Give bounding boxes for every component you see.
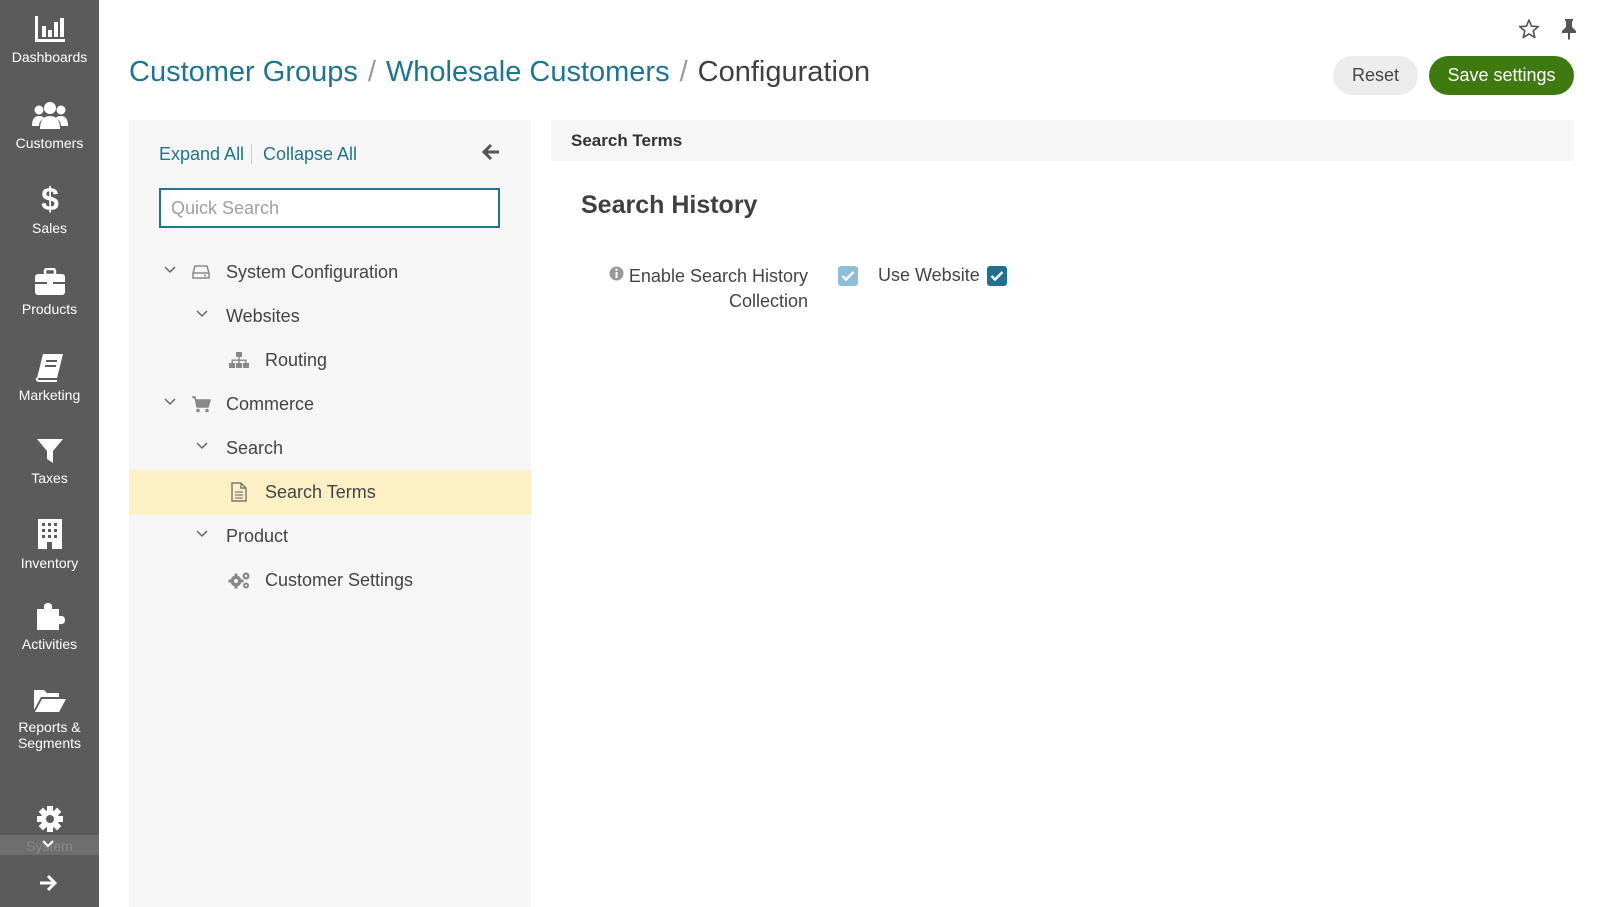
- nav-item-marketing[interactable]: Marketing: [0, 352, 99, 432]
- nav-item-sales[interactable]: $ Sales: [0, 183, 99, 263]
- section-title: Search Terms: [571, 131, 683, 150]
- nav-item-activities[interactable]: Activities: [0, 601, 99, 681]
- nav-item-dashboards[interactable]: Dashboards: [0, 14, 99, 94]
- tree-node-routing[interactable]: Routing: [129, 338, 531, 383]
- users-icon: [31, 102, 68, 129]
- server-icon: [192, 265, 210, 279]
- nav-label-reports: Reports &: [18, 719, 81, 735]
- tree-node-search-terms[interactable]: Search Terms: [129, 470, 531, 515]
- breadcrumb-separator: /: [679, 56, 688, 88]
- breadcrumb-customer-groups[interactable]: Customer Groups: [129, 56, 358, 88]
- chevron-down-icon[interactable]: [41, 839, 55, 849]
- tree-node-commerce[interactable]: Commerce: [129, 382, 531, 427]
- star-icon[interactable]: [1518, 18, 1540, 40]
- nav-label-customers: Customers: [15, 135, 84, 151]
- field-label-line1: Enable Search History: [628, 266, 808, 286]
- tree-node-search[interactable]: Search: [129, 426, 531, 471]
- sitemap-icon: [229, 352, 249, 368]
- filter-icon: [36, 439, 63, 463]
- nav-label-sales: Sales: [31, 220, 68, 236]
- field-label-enable-search-history: Enable Search History Collection: [620, 264, 808, 314]
- tree-node-label: Routing: [265, 350, 328, 370]
- chevron-down-icon[interactable]: [196, 530, 208, 538]
- breadcrumb-separator: /: [367, 56, 376, 88]
- tree-node-label: Product: [226, 526, 289, 546]
- config-tree-panel: Expand All Collapse All System Configura…: [129, 120, 531, 907]
- use-website-checkbox[interactable]: [987, 266, 1007, 286]
- tree-node-label: Websites: [226, 306, 300, 326]
- arrow-right-icon[interactable]: [38, 874, 58, 892]
- tree-node-label: System Configuration: [226, 262, 399, 282]
- checkmark-icon: [990, 271, 1004, 282]
- save-settings-button[interactable]: Save settings: [1429, 56, 1574, 95]
- building-icon: [37, 519, 62, 549]
- chevron-down-icon[interactable]: [164, 398, 176, 406]
- nav-label-activities: Activities: [21, 636, 78, 652]
- tree-node-label: Search: [226, 438, 284, 458]
- document-icon: [231, 482, 247, 502]
- breadcrumb: Customer Groups / Wholesale Customers / Conf…: [129, 55, 870, 89]
- chevron-down-icon[interactable]: [164, 266, 176, 274]
- chevron-down-icon[interactable]: [196, 442, 208, 450]
- book-icon: [35, 354, 63, 382]
- divider: [251, 144, 252, 164]
- group-title: Search History: [581, 191, 758, 219]
- nav-item-products[interactable]: Products: [0, 268, 99, 348]
- folder-open-icon: [33, 690, 66, 712]
- nav-label-dashboards: Dashboards: [11, 49, 88, 65]
- dollar-icon: $: [41, 183, 59, 215]
- tree-node-customer-settings[interactable]: Customer Settings: [129, 558, 531, 603]
- nav-label-marketing: Marketing: [18, 387, 81, 403]
- briefcase-icon: [34, 268, 65, 295]
- tree-node-websites[interactable]: Websites: [129, 294, 531, 339]
- page-title: Configuration: [697, 56, 871, 88]
- nav-label-segments: Segments: [17, 735, 82, 751]
- tree-node-label: Customer Settings: [265, 570, 414, 590]
- svg-text:$: $: [41, 183, 59, 215]
- cart-icon: [192, 396, 211, 413]
- nav-item-system[interactable]: [0, 805, 99, 835]
- bar-chart-icon: [34, 16, 65, 42]
- chevron-down-icon[interactable]: [196, 310, 208, 318]
- nav-label-products: Products: [21, 301, 78, 317]
- enable-search-history-checkbox[interactable]: [838, 266, 858, 286]
- expand-all-link[interactable]: Expand All: [159, 144, 244, 165]
- checkmark-icon: [841, 271, 855, 282]
- section-header: Search Terms: [551, 120, 1574, 161]
- nav-label-inventory: Inventory: [20, 555, 79, 571]
- nav-item-inventory[interactable]: Inventory: [0, 518, 99, 598]
- gears-icon: [228, 572, 250, 589]
- pin-icon[interactable]: [1560, 18, 1578, 40]
- tree-node-label: Search Terms: [265, 482, 376, 502]
- nav-item-customers[interactable]: Customers: [0, 100, 99, 180]
- gear-icon: [36, 806, 63, 832]
- reset-button[interactable]: Reset: [1333, 56, 1418, 95]
- arrow-left-icon[interactable]: [481, 143, 501, 161]
- main-navigation: Dashboards Customers $ Sales Products Ma…: [0, 0, 99, 907]
- tree-node-label: Commerce: [226, 394, 315, 414]
- nav-item-reports-segments[interactable]: Reports & Segments: [0, 686, 99, 766]
- nav-label-taxes: Taxes: [31, 470, 68, 486]
- use-website-label: Use Website: [878, 265, 980, 285]
- field-label-line2: Collection: [728, 291, 808, 311]
- breadcrumb-wholesale-customers[interactable]: Wholesale Customers: [386, 56, 670, 88]
- tree-node-system-configuration[interactable]: System Configuration: [129, 250, 531, 295]
- nav-item-taxes[interactable]: Taxes: [0, 437, 99, 517]
- tree-node-product[interactable]: Product: [129, 514, 531, 559]
- collapse-all-link[interactable]: Collapse All: [263, 144, 357, 165]
- quick-search-input[interactable]: [159, 188, 500, 228]
- puzzle-icon: [36, 603, 65, 630]
